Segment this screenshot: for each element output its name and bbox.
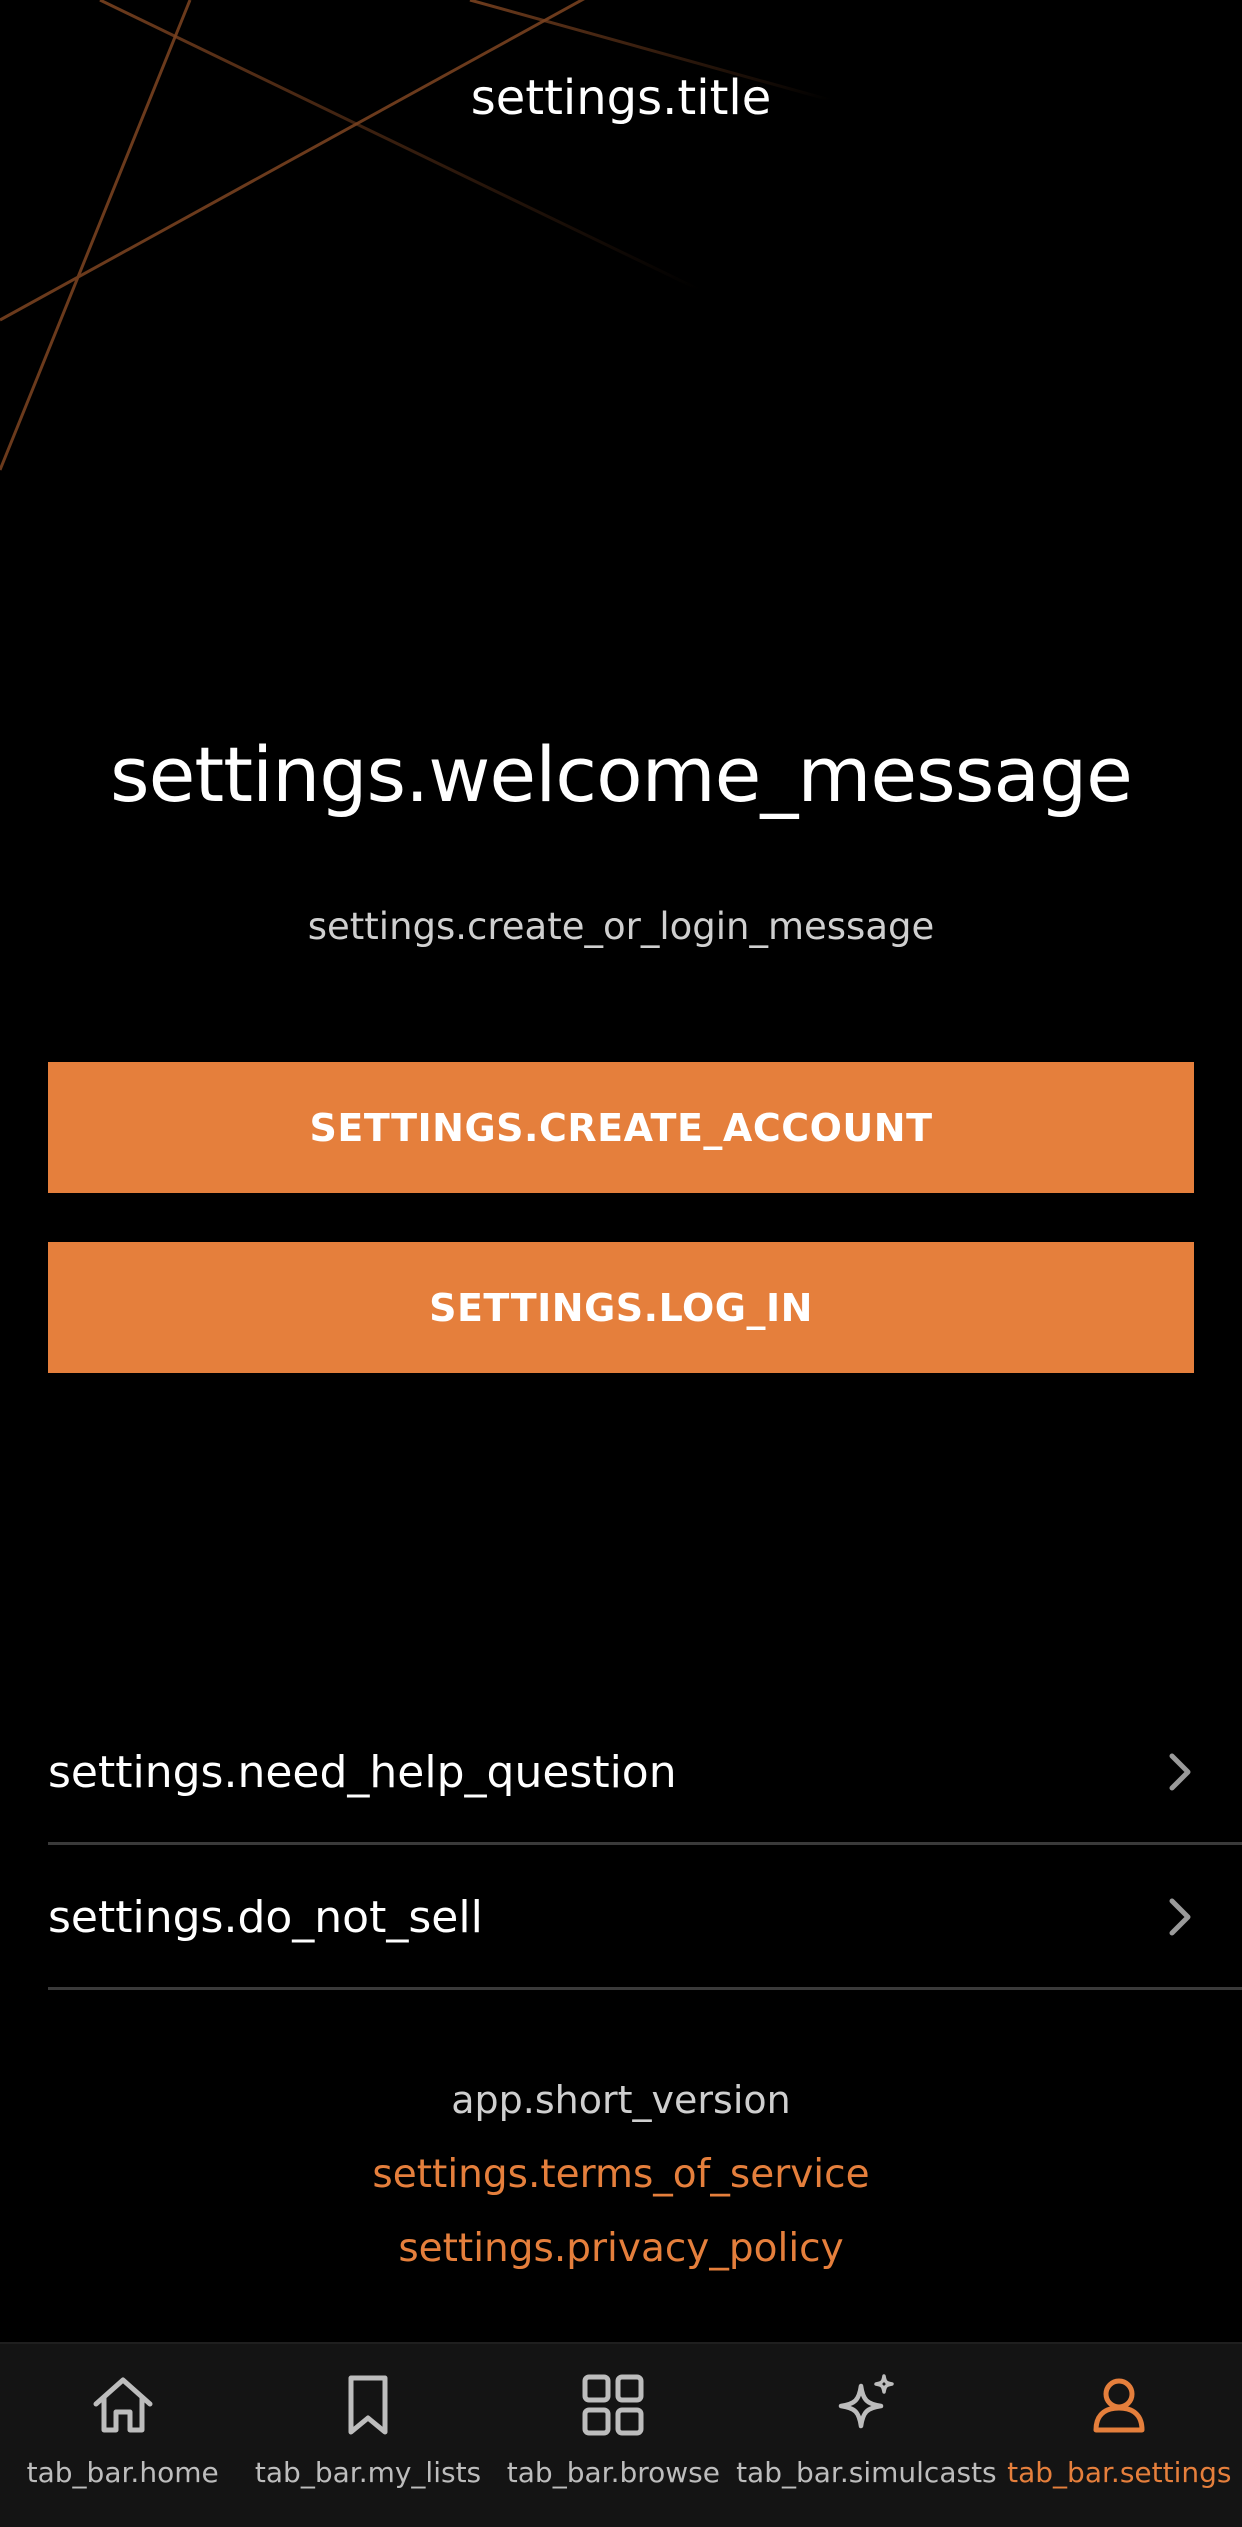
user-icon <box>1093 2378 1145 2433</box>
tab-label: tab_bar.browse <box>506 2456 720 2489</box>
sparkle-icon <box>839 2374 895 2429</box>
log-in-button[interactable]: SETTINGS.LOG_IN <box>48 1242 1194 1373</box>
welcome-heading: settings.welcome_message <box>110 730 1133 819</box>
menu-item-label: settings.need_help_question <box>48 1746 677 1798</box>
tab-label: tab_bar.simulcasts <box>736 2456 997 2489</box>
home-icon <box>93 2377 153 2433</box>
menu-item-do-not-sell[interactable]: settings.do_not_sell <box>48 1847 1242 1990</box>
terms-of-service-link[interactable]: settings.terms_of_service <box>0 2152 1242 2197</box>
menu-item-label: settings.do_not_sell <box>48 1891 483 1943</box>
tab-settings[interactable]: tab_bar.settings <box>997 2344 1242 2527</box>
tab-label: tab_bar.settings <box>1007 2456 1232 2489</box>
tab-bar: tab_bar.home tab_bar.my_lists tab_bar.br… <box>0 2342 1242 2527</box>
tab-simulcasts[interactable]: tab_bar.simulcasts <box>736 2344 997 2527</box>
tab-browse[interactable]: tab_bar.browse <box>491 2344 736 2527</box>
menu-item-need-help[interactable]: settings.need_help_question <box>48 1702 1242 1845</box>
tab-home[interactable]: tab_bar.home <box>0 2344 245 2527</box>
welcome-subtitle: settings.create_or_login_message <box>307 905 935 948</box>
tab-label: tab_bar.home <box>26 2456 219 2489</box>
app-version: app.short_version <box>451 2078 791 2122</box>
create-account-button[interactable]: SETTINGS.CREATE_ACCOUNT <box>48 1062 1194 1193</box>
page-title: settings.title <box>470 70 772 126</box>
grid-icon <box>582 2374 644 2436</box>
bookmark-icon <box>348 2375 388 2435</box>
privacy-policy-link[interactable]: settings.privacy_policy <box>0 2226 1242 2271</box>
tab-my-lists[interactable]: tab_bar.my_lists <box>245 2344 490 2527</box>
chevron-right-icon <box>1169 1753 1191 1791</box>
chevron-right-icon <box>1169 1898 1191 1936</box>
tab-label: tab_bar.my_lists <box>254 2456 482 2489</box>
